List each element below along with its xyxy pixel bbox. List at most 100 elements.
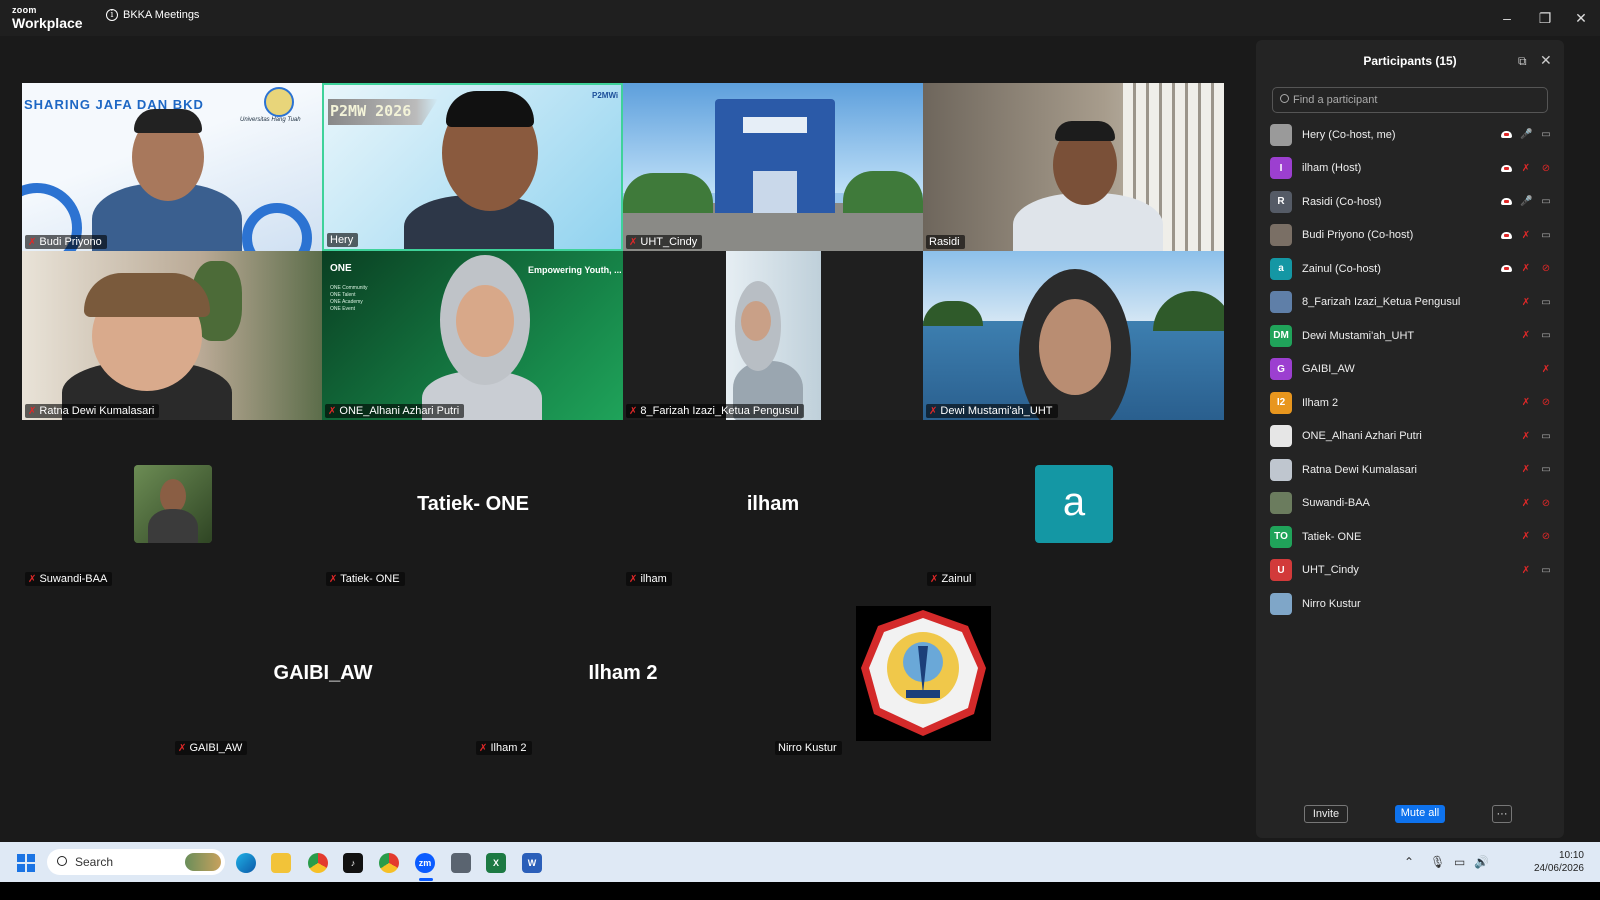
video-off-icon[interactable]: ⊘	[1540, 498, 1552, 509]
cloud-recording-icon	[1501, 164, 1512, 172]
file-explorer-icon[interactable]	[271, 853, 291, 873]
participant-name-label: ✗ Zainul	[927, 572, 977, 586]
video-off-icon[interactable]: ⊘	[1540, 263, 1552, 274]
participant-row[interactable]: a Zainul (Co-host) ✗ ⊘	[1270, 252, 1560, 286]
popout-icon[interactable]: ⧉	[1518, 54, 1527, 69]
participant-status-icons: ✗ ⊘	[1520, 397, 1552, 408]
network-icon[interactable]: ▭	[1454, 855, 1465, 869]
microphone-icon[interactable]: 🎙	[1430, 855, 1445, 869]
video-tile[interactable]: SHARING JAFA DAN BKD Universitas Hang Tu…	[22, 83, 322, 251]
video-icon[interactable]: ▭	[1540, 230, 1552, 241]
clock[interactable]: 10:10 24/06/2026	[1520, 849, 1584, 875]
mic-muted-icon[interactable]: ✗	[1520, 565, 1532, 576]
video-tile-active-speaker[interactable]: P2MW 2026 P2MWi Hery	[322, 83, 623, 251]
mic-icon[interactable]: 🎤	[1520, 196, 1532, 207]
mic-muted-icon[interactable]: ✗	[1520, 163, 1532, 174]
participant-name: Tatiek- ONE	[1302, 530, 1362, 543]
participant-row[interactable]: ONE_Alhani Azhari Putri ✗ ▭	[1270, 420, 1560, 454]
participant-row[interactable]: R Rasidi (Co-host) 🎤 ▭	[1270, 185, 1560, 219]
mic-muted-icon: ✗	[178, 743, 187, 754]
mic-muted-icon[interactable]: ✗	[1520, 397, 1532, 408]
mic-muted-icon[interactable]: ✗	[1520, 230, 1532, 241]
participant-status-icons: ✗ ⊘	[1520, 498, 1552, 509]
profile-picture-tile[interactable]	[134, 465, 212, 543]
minimize-button[interactable]: –	[1492, 6, 1522, 30]
video-off-icon[interactable]: ⊘	[1540, 397, 1552, 408]
zoom-app-icon[interactable]: zm	[415, 853, 435, 873]
participant-row[interactable]: 8_Farizah Izazi_Ketua Pengusul ✗ ▭	[1270, 286, 1560, 320]
mic-muted-icon[interactable]: ✗	[1540, 364, 1552, 375]
participant-name: 8_Farizah Izazi_Ketua Pengusul	[1302, 296, 1461, 309]
profile-picture-tile[interactable]: UNIVERSITAS HANG TUAH SURABAYA	[856, 606, 991, 741]
participant-row[interactable]: Ratna Dewi Kumalasari ✗ ▭	[1270, 453, 1560, 487]
mic-muted-icon[interactable]: ✗	[1520, 330, 1532, 341]
video-tile[interactable]: ✗ UHT_Cindy	[623, 83, 923, 251]
mic-muted-icon[interactable]: ✗	[1520, 498, 1532, 509]
slide-bullets: ONE Community ONE Talent ONE Academy ONE…	[330, 285, 368, 312]
mic-icon[interactable]: 🎤	[1520, 129, 1532, 140]
windows-taskbar: Search ♪ zm X W ⌃ 🎙 ▭ 🔊 10:10 24/06/2026	[0, 842, 1600, 882]
edge-icon[interactable]	[236, 853, 256, 873]
mic-muted-icon[interactable]: ✗	[1520, 263, 1532, 274]
video-icon[interactable]: ▭	[1540, 464, 1552, 475]
participant-avatar: U	[1270, 559, 1292, 582]
invite-button[interactable]: Invite	[1304, 805, 1348, 823]
mic-muted-icon[interactable]: ✗	[1520, 431, 1532, 442]
participant-search-input[interactable]: Find a participant	[1272, 87, 1548, 113]
participant-row[interactable]: DM Dewi Mustami'ah_UHT ✗ ▭	[1270, 319, 1560, 353]
video-tile[interactable]: ✗ Dewi Mustami'ah_UHT	[923, 251, 1224, 420]
participant-name: Zainul (Co-host)	[1302, 262, 1381, 275]
restore-button[interactable]: ❐	[1530, 6, 1560, 30]
participant-status-icons: ✗ ⊘	[1501, 163, 1552, 174]
info-icon: i	[106, 9, 118, 21]
avatar-letter-tile[interactable]: a	[1035, 465, 1113, 543]
video-icon[interactable]: ▭	[1540, 196, 1552, 207]
participant-row[interactable]: Nirro Kustur	[1270, 587, 1560, 621]
video-tile[interactable]: ✗ Ratna Dewi Kumalasari	[22, 251, 322, 420]
trees	[623, 173, 713, 213]
mic-muted-icon[interactable]: ✗	[1520, 464, 1532, 475]
participant-row[interactable]: I2 Ilham 2 ✗ ⊘	[1270, 386, 1560, 420]
chrome-icon[interactable]	[308, 853, 328, 873]
video-icon[interactable]: ▭	[1540, 129, 1552, 140]
video-off-icon[interactable]: ⊘	[1540, 163, 1552, 174]
video-tile[interactable]: ✗ 8_Farizah Izazi_Ketua Pengusul	[623, 251, 923, 420]
meeting-info-button[interactable]: i BKKA Meetings	[106, 9, 199, 21]
video-off-icon[interactable]: ⊘	[1540, 531, 1552, 542]
participant-row[interactable]: U UHT_Cindy ✗ ▭	[1270, 554, 1560, 588]
participant-row[interactable]: Iilham (Host) ✗ ⊘	[1270, 152, 1560, 186]
video-tile[interactable]: ONE ONE Community ONE Talent ONE Academy…	[322, 251, 623, 420]
video-icon[interactable]: ▭	[1540, 565, 1552, 576]
windows-start-icon[interactable]	[17, 854, 35, 872]
participant-row[interactable]: Suwandi-BAA ✗ ⊘	[1270, 487, 1560, 521]
tiktok-icon[interactable]: ♪	[343, 853, 363, 873]
slide-logo: ONE	[330, 263, 352, 274]
chevron-up-icon[interactable]: ⌃	[1404, 855, 1414, 869]
person-hair	[134, 109, 202, 133]
cloud-recording-icon	[1501, 198, 1512, 206]
video-tile[interactable]: Rasidi	[923, 83, 1224, 251]
chrome-profile-icon[interactable]	[379, 853, 399, 873]
video-icon[interactable]: ▭	[1540, 431, 1552, 442]
excel-icon[interactable]: X	[486, 853, 506, 873]
video-icon[interactable]: ▭	[1540, 330, 1552, 341]
participant-avatar	[1270, 224, 1292, 247]
participant-row[interactable]: TO Tatiek- ONE ✗ ⊘	[1270, 520, 1560, 554]
participant-row[interactable]: Hery (Co-host, me) 🎤 ▭	[1270, 118, 1560, 152]
mic-muted-icon[interactable]: ✗	[1520, 297, 1532, 308]
mute-all-button[interactable]: Mute all	[1395, 805, 1445, 823]
volume-icon[interactable]: 🔊	[1474, 855, 1489, 869]
participants-panel: Participants (15) ⧉ ✕ Find a participant…	[1256, 40, 1564, 838]
participant-row[interactable]: Budi Priyono (Co-host) ✗ ▭	[1270, 219, 1560, 253]
close-button[interactable]: ✕	[1566, 6, 1596, 30]
more-options-button[interactable]: ···	[1492, 805, 1512, 823]
video-icon[interactable]: ▭	[1540, 297, 1552, 308]
taskbar-search-input[interactable]: Search	[47, 849, 225, 875]
mic-muted-icon[interactable]: ✗	[1520, 531, 1532, 542]
word-icon[interactable]: W	[522, 853, 542, 873]
person-face	[1039, 299, 1111, 395]
title-bar: zoom Workplace i BKKA Meetings – ❐ ✕	[0, 0, 1600, 36]
close-icon[interactable]: ✕	[1540, 52, 1552, 69]
app-icon[interactable]	[451, 853, 471, 873]
participant-row[interactable]: G GAIBI_AW ✗	[1270, 353, 1560, 387]
